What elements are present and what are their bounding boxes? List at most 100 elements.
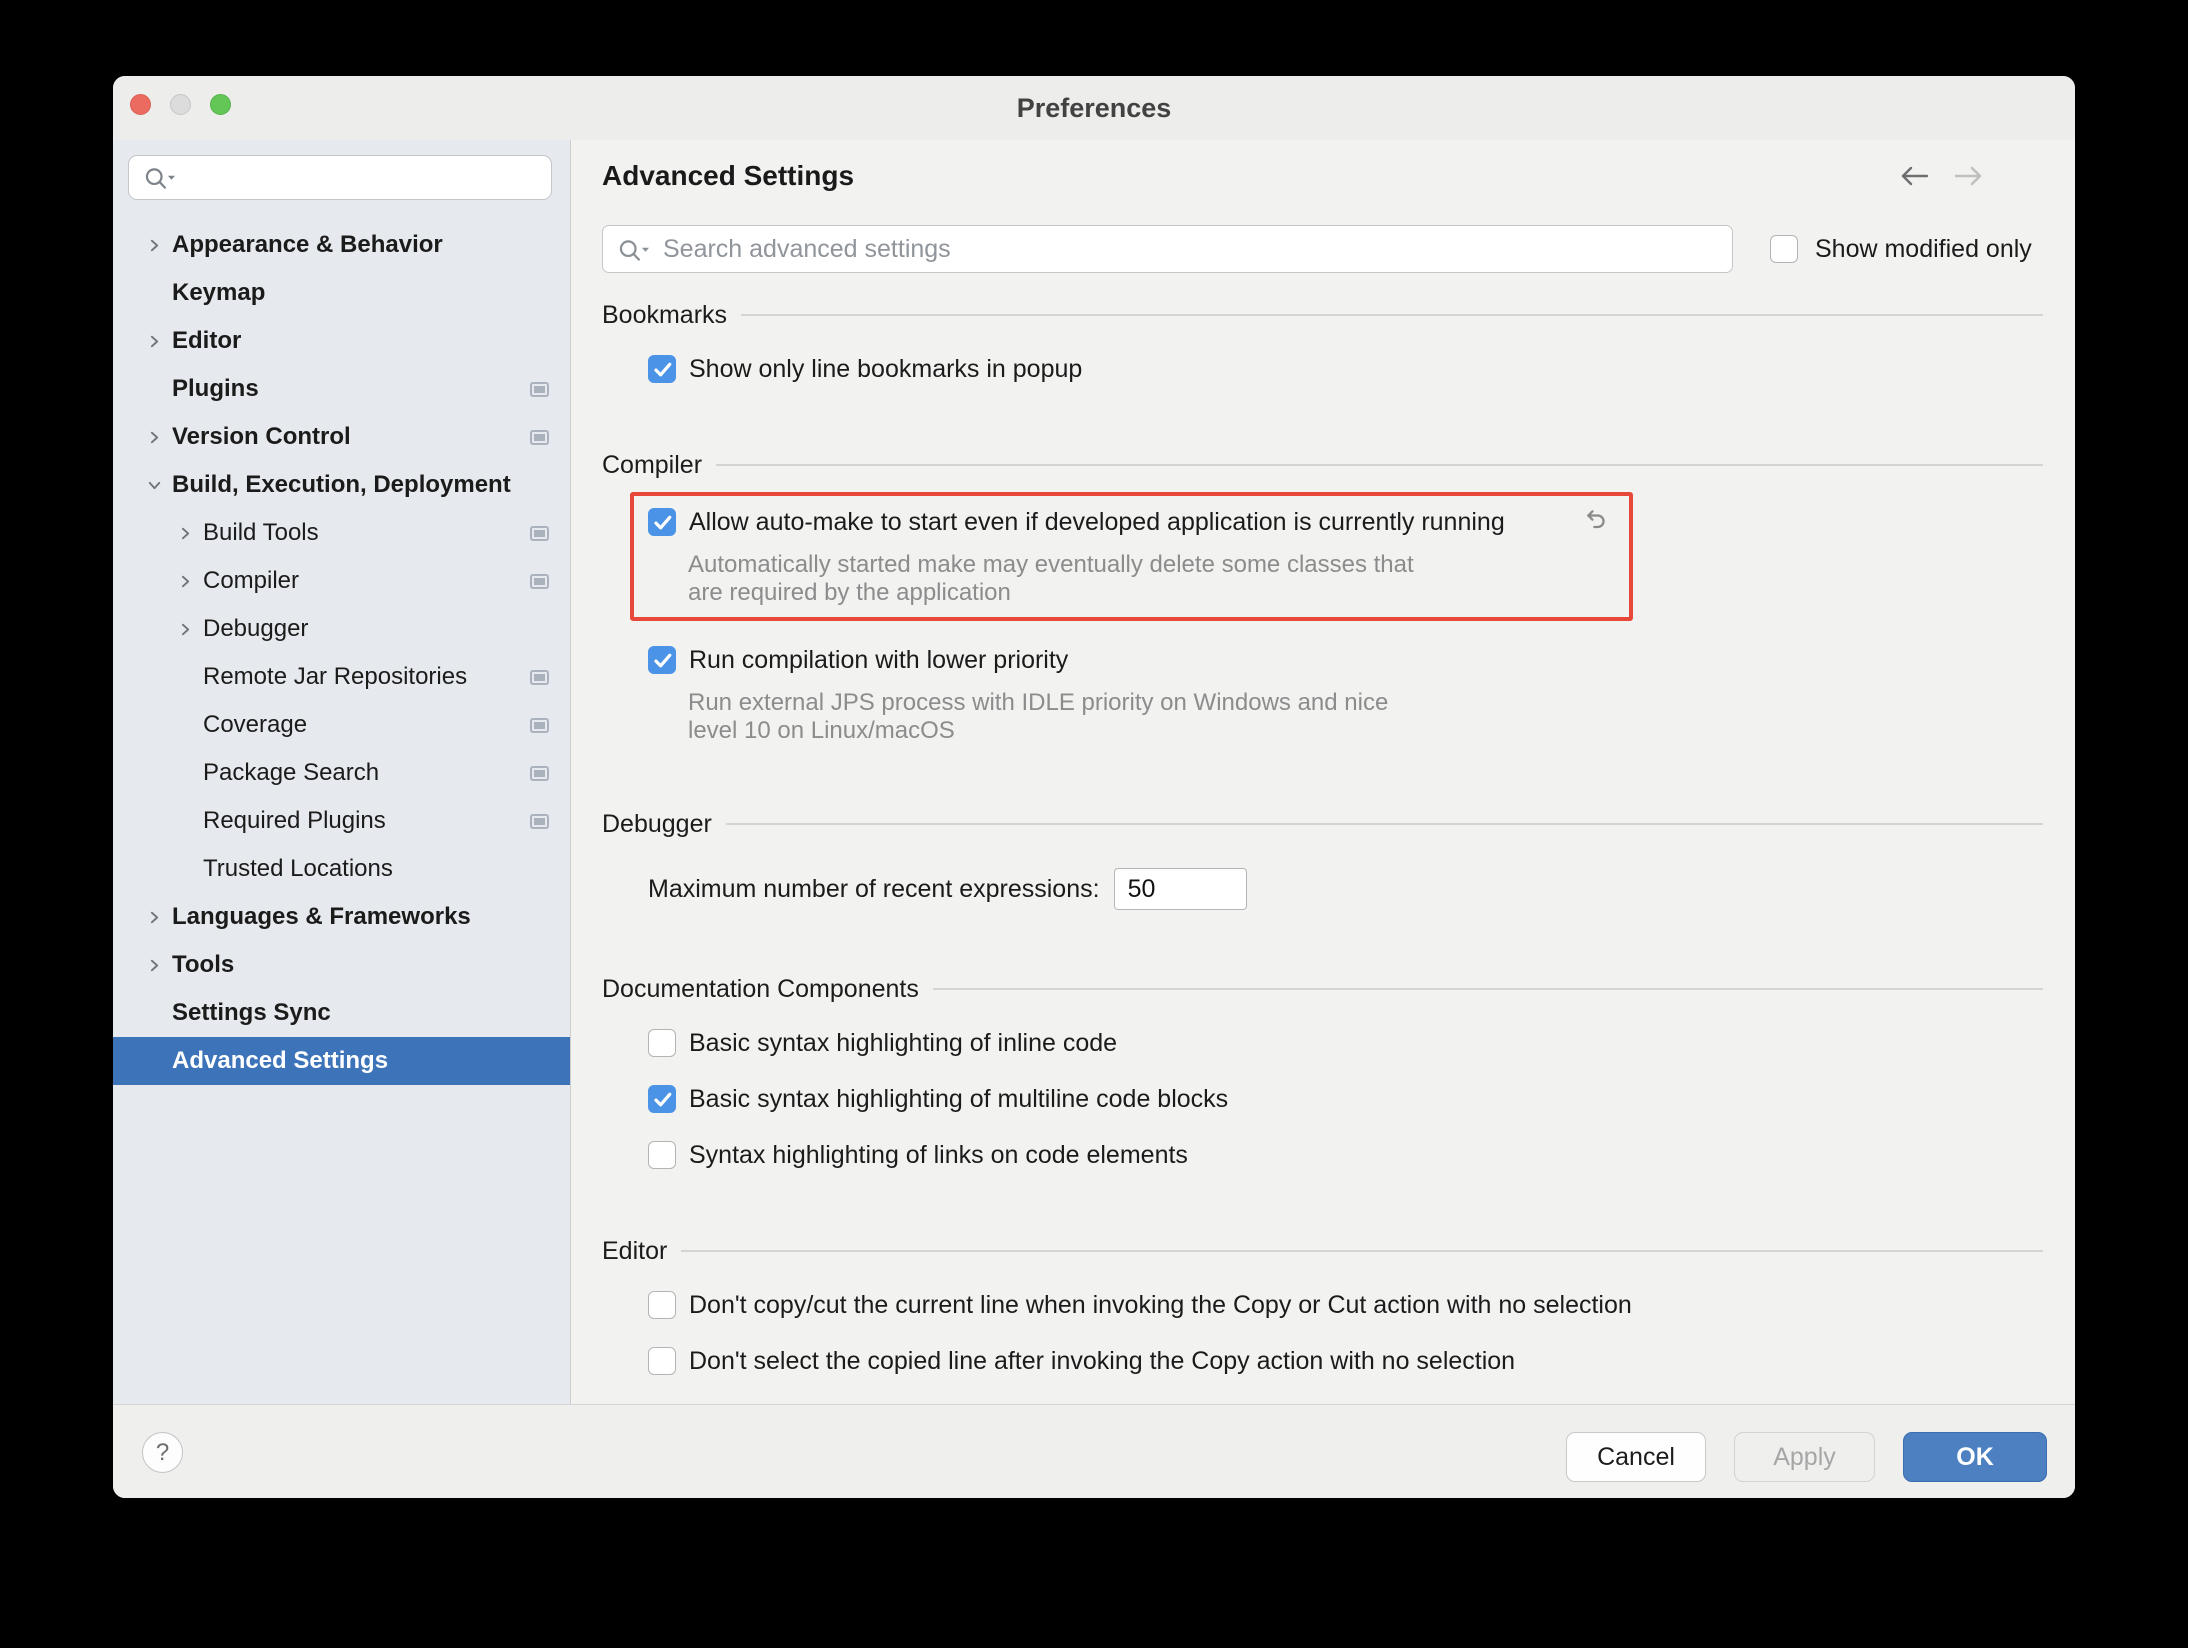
chevron-right-icon[interactable]: [143, 956, 165, 974]
section-header-bookmarks: Bookmarks: [602, 300, 2043, 330]
checkbox[interactable]: [648, 1347, 676, 1375]
show-modified-only[interactable]: Show modified only: [1770, 235, 2032, 264]
setting-label: Syntax highlighting of links on code ele…: [689, 1141, 1188, 1170]
checkbox[interactable]: [648, 646, 676, 674]
checkbox[interactable]: [648, 508, 676, 536]
settings-page-icon: [530, 382, 549, 397]
sidebar-item-label: Package Search: [203, 759, 379, 787]
sidebar-search-field[interactable]: [128, 155, 552, 200]
close-button[interactable]: [130, 94, 151, 115]
sidebar-item-remote-jar-repositories[interactable]: Remote Jar Repositories: [113, 653, 570, 701]
chevron-right-icon[interactable]: [143, 236, 165, 254]
sidebar-item-editor[interactable]: Editor: [113, 317, 570, 365]
sidebar-item-required-plugins[interactable]: Required Plugins: [113, 797, 570, 845]
chevron-right-icon[interactable]: [143, 908, 165, 926]
minimize-button[interactable]: [170, 94, 191, 115]
chevron-spacer: [143, 284, 165, 302]
chevron-right-icon[interactable]: [143, 332, 165, 350]
sidebar-item-label: Tools: [172, 951, 234, 979]
sidebar-tree: Appearance & Behavior Keymap Editor Plugins…: [113, 221, 570, 1085]
setting-label: Basic syntax highlighting of inline code: [689, 1029, 1117, 1058]
chevron-spacer: [174, 716, 196, 734]
sidebar-item-label: Plugins: [172, 375, 259, 403]
recent-expressions-input[interactable]: [1114, 868, 1247, 910]
apply-button[interactable]: Apply: [1734, 1432, 1875, 1482]
sidebar-item-label: Build, Execution, Deployment: [172, 471, 511, 499]
cancel-button[interactable]: Cancel: [1566, 1432, 1706, 1482]
settings-page-icon: [530, 718, 549, 733]
sidebar-item-label: Appearance & Behavior: [172, 231, 443, 259]
sidebar-item-label: Version Control: [172, 423, 351, 451]
zoom-button[interactable]: [210, 94, 231, 115]
section-header-documentation-components: Documentation Components: [602, 974, 2043, 1004]
chevron-spacer: [174, 812, 196, 830]
sidebar-item-keymap[interactable]: Keymap: [113, 269, 570, 317]
sidebar-item-package-search[interactable]: Package Search: [113, 749, 570, 797]
sidebar-item-languages-frameworks[interactable]: Languages & Frameworks: [113, 893, 570, 941]
sidebar-item-label: Editor: [172, 327, 241, 355]
chevron-spacer: [143, 380, 165, 398]
sidebar-item-version-control[interactable]: Version Control: [113, 413, 570, 461]
setting-row-run-compilation-with-lower-priority[interactable]: Run compilation with lower priority: [602, 643, 2043, 677]
chevron-down-icon[interactable]: [143, 476, 165, 494]
sidebar-item-settings-sync[interactable]: Settings Sync: [113, 989, 570, 1037]
settings-page-icon: [530, 526, 549, 541]
settings-page-icon: [530, 430, 549, 445]
search-icon: [142, 166, 186, 197]
sidebar-item-build-execution-deployment[interactable]: Build, Execution, Deployment: [113, 461, 570, 509]
help-button[interactable]: ?: [142, 1432, 183, 1473]
checkbox[interactable]: [648, 355, 676, 383]
checkbox[interactable]: [648, 1085, 676, 1113]
setting-row-don-t-copy-cut-the-current-line-when-invoking-the-copy-or-cut-action-with-no-selection[interactable]: Don't copy/cut the current line when inv…: [602, 1288, 2043, 1322]
advanced-settings-search-input[interactable]: [663, 226, 1723, 272]
sidebar-item-advanced-settings[interactable]: Advanced Settings: [113, 1037, 570, 1085]
sidebar-item-trusted-locations[interactable]: Trusted Locations: [113, 845, 570, 893]
setting-row-basic-syntax-highlighting-of-inline-code[interactable]: Basic syntax highlighting of inline code: [602, 1026, 2043, 1060]
highlight-annotation: Allow auto-make to start even if develop…: [630, 492, 1633, 621]
chevron-right-icon[interactable]: [174, 572, 196, 590]
section-rule: [726, 823, 2043, 825]
settings-content[interactable]: Bookmarks Show only line bookmarks in pop…: [602, 300, 2043, 1378]
sidebar-item-build-tools[interactable]: Build Tools: [113, 509, 570, 557]
chevron-right-icon[interactable]: [174, 620, 196, 638]
sidebar-item-appearance-behavior[interactable]: Appearance & Behavior: [113, 221, 570, 269]
setting-row-show-only-line-bookmarks-in-popup[interactable]: Show only line bookmarks in popup: [602, 352, 2043, 386]
advanced-settings-search-field[interactable]: [602, 225, 1733, 273]
setting-label: Show only line bookmarks in popup: [689, 355, 1082, 384]
section-title: Editor: [602, 1237, 667, 1266]
setting-row-basic-syntax-highlighting-of-multiline-code-blocks[interactable]: Basic syntax highlighting of multiline c…: [602, 1082, 2043, 1116]
page-title: Advanced Settings: [602, 160, 854, 192]
revert-icon[interactable]: [1581, 506, 1609, 539]
sidebar-item-plugins[interactable]: Plugins: [113, 365, 570, 413]
titlebar[interactable]: Preferences: [113, 76, 2075, 140]
sidebar-item-label: Coverage: [203, 711, 307, 739]
sidebar-item-compiler[interactable]: Compiler: [113, 557, 570, 605]
section-rule: [933, 988, 2043, 990]
show-modified-checkbox[interactable]: [1770, 235, 1798, 263]
checkbox[interactable]: [648, 1291, 676, 1319]
sidebar-item-tools[interactable]: Tools: [113, 941, 570, 989]
history-nav: [1898, 164, 1985, 188]
setting-row-syntax-highlighting-of-links-on-code-elements[interactable]: Syntax highlighting of links on code ele…: [602, 1138, 2043, 1172]
back-arrow-icon[interactable]: [1898, 164, 1930, 188]
ok-button[interactable]: OK: [1903, 1432, 2047, 1482]
forward-arrow-icon[interactable]: [1953, 164, 1985, 188]
setting-row-maximum-number-of-recent-expressions: Maximum number of recent expressions:: [602, 868, 2043, 910]
sidebar-item-label: Compiler: [203, 567, 299, 595]
sidebar-item-coverage[interactable]: Coverage: [113, 701, 570, 749]
search-icon: [616, 238, 660, 269]
chevron-right-icon[interactable]: [143, 428, 165, 446]
setting-row-don-t-select-the-copied-line-after-invoking-the-copy-action-with-no-selection[interactable]: Don't select the copied line after invok…: [602, 1344, 2043, 1378]
show-modified-label: Show modified only: [1815, 235, 2032, 264]
setting-row-allow-auto-make-to-start-even-if-developed-application-is-currently-running[interactable]: Allow auto-make to start even if develop…: [648, 505, 1617, 539]
checkbox[interactable]: [648, 1141, 676, 1169]
sidebar-item-debugger[interactable]: Debugger: [113, 605, 570, 653]
checkbox[interactable]: [648, 1029, 676, 1057]
chevron-spacer: [143, 1052, 165, 1070]
section-header-editor: Editor: [602, 1236, 2043, 1266]
sidebar-item-label: Keymap: [172, 279, 265, 307]
chevron-right-icon[interactable]: [174, 524, 196, 542]
traffic-lights: [130, 94, 231, 115]
sidebar-search-input[interactable]: [185, 156, 545, 199]
sidebar-item-label: Advanced Settings: [172, 1047, 388, 1075]
